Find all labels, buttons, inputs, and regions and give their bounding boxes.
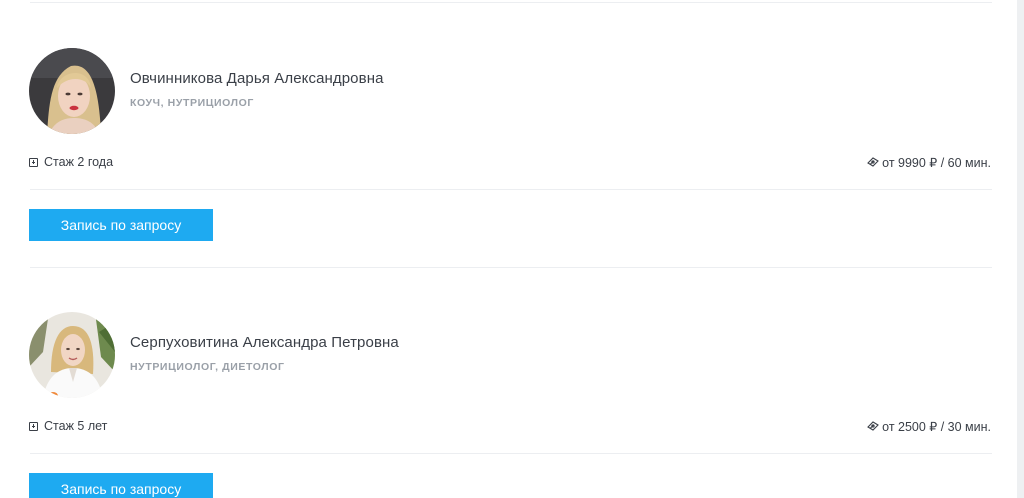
divider (30, 189, 992, 190)
divider (30, 453, 992, 454)
specialists-list: Овчинникова Дарья Александровна КОУЧ, НУ… (0, 0, 1017, 498)
specialist-name[interactable]: Овчинникова Дарья Александровна (130, 70, 384, 87)
price: от 9990 ₽ / 60 мин. (867, 155, 991, 170)
experience: Стаж 2 года (29, 155, 113, 169)
price-label: от 2500 ₽ / 30 мин. (882, 420, 991, 434)
plus-square-icon (29, 421, 38, 431)
section-divider (30, 267, 992, 268)
top-divider (30, 2, 992, 3)
price-label: от 9990 ₽ / 60 мин. (882, 156, 991, 170)
price: от 2500 ₽ / 30 мин. (867, 419, 991, 434)
book-by-request-button[interactable]: Запись по запросу (29, 473, 213, 498)
specialist-card: Овчинникова Дарья Александровна КОУЧ, НУ… (0, 48, 1017, 248)
page-background (1017, 0, 1024, 498)
plus-square-icon (29, 157, 38, 167)
money-bills-icon (867, 156, 880, 170)
specialist-card: Серпуховитина Александра Петровна НУТРИЦ… (0, 312, 1017, 498)
book-by-request-button[interactable]: Запись по запросу (29, 209, 213, 241)
experience-label: Стаж 2 года (44, 155, 114, 169)
money-bills-icon (867, 420, 880, 434)
avatar[interactable] (29, 312, 115, 398)
specialist-role: НУТРИЦИОЛОГ, ДИЕТОЛОГ (130, 361, 285, 373)
avatar[interactable] (29, 48, 115, 134)
specialist-name[interactable]: Серпуховитина Александра Петровна (130, 334, 399, 351)
experience-label: Стаж 5 лет (44, 419, 108, 433)
specialist-role: КОУЧ, НУТРИЦИОЛОГ (130, 97, 254, 109)
experience: Стаж 5 лет (29, 419, 107, 433)
